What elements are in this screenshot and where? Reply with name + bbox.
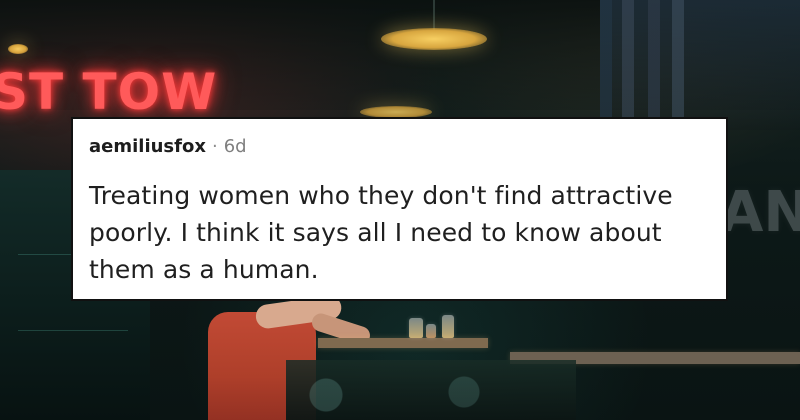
- comment-body: Treating women who they don't find attra…: [89, 181, 673, 284]
- bookshelf: [600, 0, 800, 130]
- drink-glass: [409, 318, 423, 338]
- comment-timestamp: 6d: [223, 136, 247, 157]
- ceiling-lamp: [381, 28, 487, 50]
- comment-card: aemiliusfox · 6d Treating women who they…: [71, 117, 728, 301]
- right-neon-sign: AN: [720, 180, 800, 245]
- drink-glass: [442, 315, 454, 338]
- bar-rail: [286, 360, 576, 420]
- comment-meta: aemiliusfox · 6d: [89, 136, 710, 164]
- drink-glass: [426, 324, 436, 338]
- comment-username: aemiliusfox: [89, 136, 206, 157]
- bar-table: [318, 338, 488, 348]
- meta-separator: ·: [211, 136, 218, 157]
- ceiling-lamp: [8, 44, 28, 54]
